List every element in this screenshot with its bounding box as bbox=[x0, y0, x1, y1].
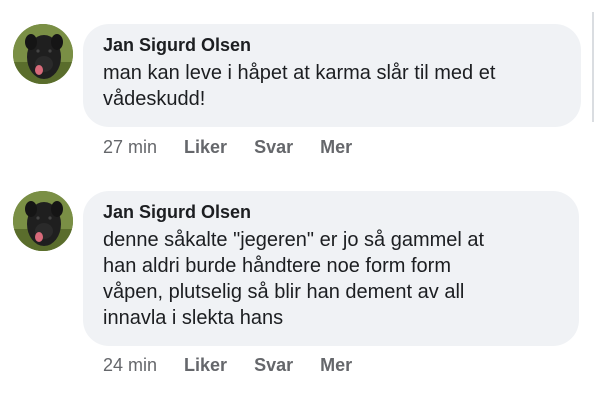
comment-text: man kan leve i håpet at karma slår til m… bbox=[103, 62, 496, 110]
comment-bubble: Jan Sigurd Olsen denne såkalte "jegeren"… bbox=[83, 191, 579, 346]
comment-actions: 24 min Liker Svar Mer bbox=[103, 355, 379, 376]
more-button[interactable]: Mer bbox=[320, 355, 352, 376]
avatar[interactable] bbox=[13, 24, 73, 84]
comment-text: denne såkalte "jegeren" er jo så gammel … bbox=[103, 229, 485, 329]
comment-actions: 27 min Liker Svar Mer bbox=[103, 137, 379, 158]
comment-author[interactable]: Jan Sigurd Olsen bbox=[103, 34, 557, 56]
more-button[interactable]: Mer bbox=[320, 137, 352, 158]
comment-bubble: Jan Sigurd Olsen man kan leve i håpet at… bbox=[83, 24, 581, 127]
dog-avatar-icon bbox=[13, 24, 73, 84]
like-button[interactable]: Liker bbox=[184, 355, 227, 376]
like-button[interactable]: Liker bbox=[184, 137, 227, 158]
reply-button[interactable]: Svar bbox=[254, 137, 293, 158]
comment-author[interactable]: Jan Sigurd Olsen bbox=[103, 201, 555, 223]
dog-avatar-icon bbox=[13, 191, 73, 251]
avatar[interactable] bbox=[13, 191, 73, 251]
comment-timestamp[interactable]: 27 min bbox=[103, 137, 157, 158]
reply-button[interactable]: Svar bbox=[254, 355, 293, 376]
comment-timestamp[interactable]: 24 min bbox=[103, 355, 157, 376]
scroll-edge bbox=[592, 12, 594, 122]
